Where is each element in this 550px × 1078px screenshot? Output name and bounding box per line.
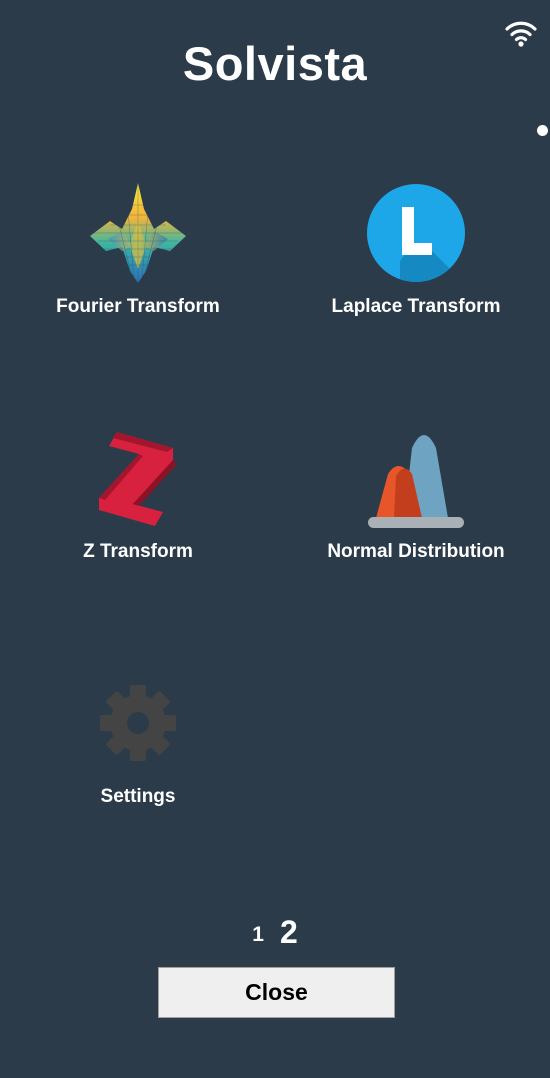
laplace-l-icon	[367, 184, 465, 282]
gear-icon	[100, 685, 176, 761]
tile-label: Settings	[100, 786, 176, 807]
z-letter-icon	[99, 432, 177, 526]
tile-label: Laplace Transform	[331, 296, 501, 317]
tile-z-transform[interactable]: Z Transform	[23, 420, 253, 600]
tile-settings[interactable]: Settings	[23, 665, 253, 845]
pager: 12	[0, 914, 550, 951]
app-title: Solvista	[182, 37, 368, 90]
page-link-2-current[interactable]: 2	[280, 914, 298, 951]
tile-normal-distribution[interactable]: Normal Distribution	[301, 420, 531, 600]
tile-label: Normal Distribution	[327, 541, 505, 562]
page-indicator-dot	[537, 125, 548, 136]
page-link-1[interactable]: 1	[252, 923, 264, 947]
tile-label: Fourier Transform	[56, 296, 220, 317]
normal-distribution-icon	[368, 435, 464, 528]
tile-label: Z Transform	[83, 541, 193, 562]
close-button[interactable]: Close	[158, 967, 395, 1018]
tile-laplace-transform[interactable]: Laplace Transform	[301, 175, 531, 355]
tile-fourier-transform[interactable]: Fourier Transform	[23, 175, 253, 355]
fourier-surface-icon	[90, 183, 186, 283]
